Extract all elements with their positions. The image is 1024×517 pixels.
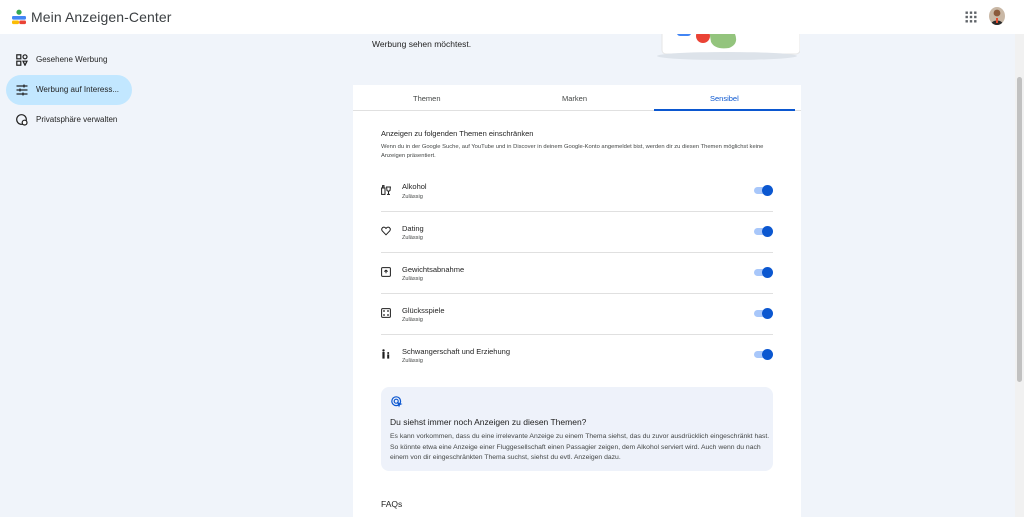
topic-row-alcohol[interactable]: Alkohol Zulässig [381,170,773,211]
heart-icon [381,226,391,236]
topic-title: Dating [402,224,424,233]
apps-grid-icon[interactable] [965,11,977,23]
tab-bar: Themen Marken Sensibel [353,85,801,111]
topic-toggle-alcohol[interactable] [753,184,773,196]
active-tab-indicator [654,109,795,111]
topic-toggle-dating[interactable] [753,225,773,237]
topic-title: Schwangerschaft und Erziehung [402,347,510,356]
scrollbar-thumb[interactable] [1017,77,1022,382]
intro-text: Werbung sehen möchtest. [372,39,472,49]
tab-sensitive[interactable]: Sensibel [710,94,739,103]
section-title: Anzeigen zu folgenden Themen einschränke… [381,129,534,138]
topic-row-weight-loss[interactable]: Gewichtsabnahme Zulässig [381,252,773,293]
topic-title: Gewichtsabnahme [402,265,465,274]
sidebar-item-label: Gesehene Werbung [36,55,108,64]
info-title: Du siehst immer noch Anzeigen zu diesen … [390,417,587,427]
topic-status: Zulässig [402,194,423,200]
topic-toggle-weight-loss[interactable] [753,266,773,278]
alcohol-icon [381,185,391,195]
tab-brands[interactable]: Marken [562,94,587,103]
account-avatar[interactable] [989,7,1005,25]
ads-click-icon [391,396,403,408]
topic-toggle-pregnancy-parenting[interactable] [753,348,773,360]
faqs-heading: FAQs [381,499,403,509]
topic-row-dating[interactable]: Dating Zulässig [381,211,773,252]
scale-icon [381,267,391,277]
topic-toggle-gambling[interactable] [753,307,773,319]
intro-text-block: Werbung sehen möchtest. [372,34,642,56]
info-text: Es kann vorkommen, dass du eine irreleva… [390,433,770,461]
intro-cut-line [372,34,642,35]
sidebar-item-interest-ads[interactable]: Werbung auf Interess... [6,75,132,105]
topic-title: Alkohol [402,182,427,191]
tune-icon [16,84,28,96]
app-title[interactable]: Mein Anzeigen-Center [31,9,172,25]
family-icon [382,349,390,359]
topic-status: Zulässig [402,358,423,364]
sidebar-item-privacy[interactable]: Privatsphäre verwalten [6,105,132,135]
dice-icon [381,308,391,318]
top-app-bar: Mein Anzeigen-Center [0,0,1024,34]
topic-status: Zulässig [402,276,423,282]
sidebar-item-seen-ads[interactable]: Gesehene Werbung [6,45,132,75]
section-description: Wenn du in der Google Suche, auf YouTube… [381,144,764,159]
tab-topics[interactable]: Themen [413,94,441,103]
info-card: Du siehst immer noch Anzeigen zu diesen … [381,387,773,471]
ads-illustration [657,34,800,60]
topic-status: Zulässig [402,235,423,241]
seen-ads-icon [16,54,28,66]
topic-row-gambling[interactable]: Glücksspiele Zulässig [381,293,773,334]
ads-center-logo-icon[interactable] [11,9,27,25]
topic-status: Zulässig [402,317,423,323]
sidebar-item-label: Privatsphäre verwalten [36,115,118,124]
privacy-icon [16,114,28,126]
topic-row-pregnancy-parenting[interactable]: Schwangerschaft und Erziehung Zulässig [381,334,773,375]
topic-title: Glücksspiele [402,306,445,315]
sidebar-item-label: Werbung auf Interess... [36,85,120,94]
